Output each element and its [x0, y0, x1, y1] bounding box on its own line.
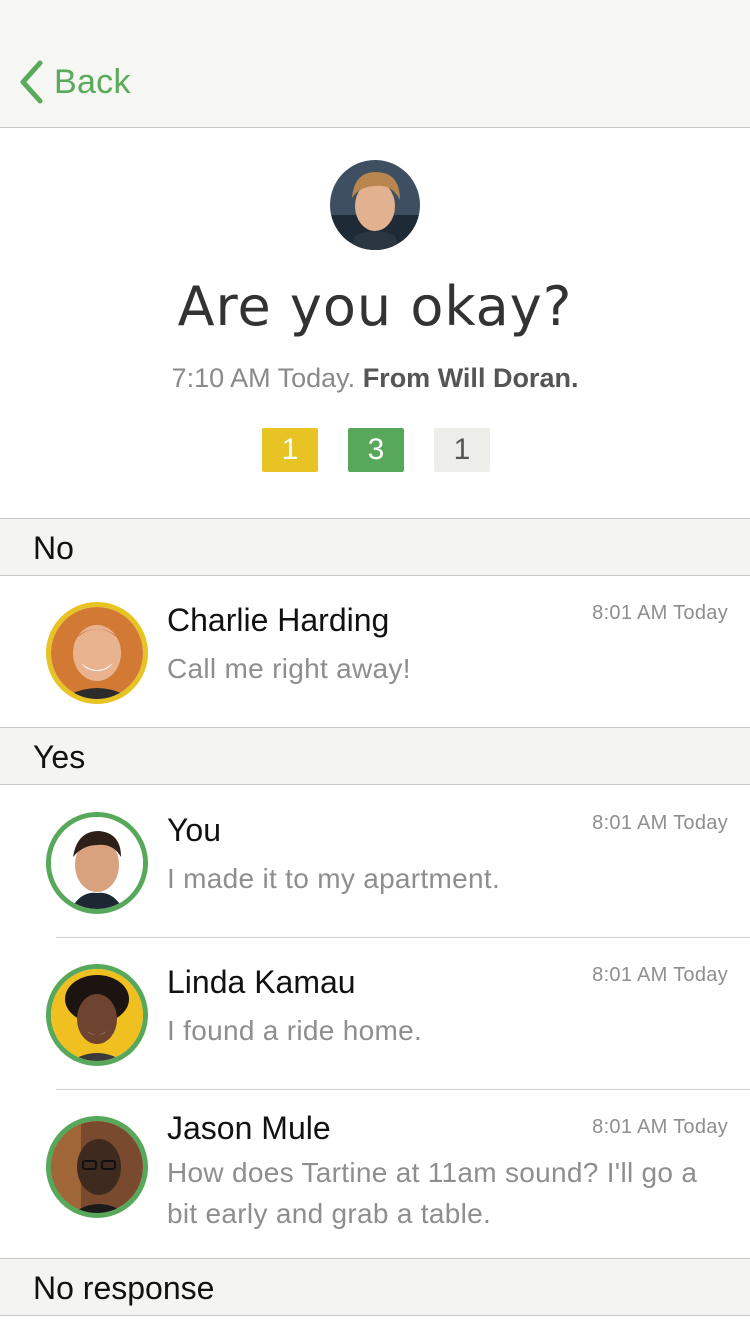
nav-bar: Back: [0, 0, 750, 128]
responder-name: Jason Mule: [167, 1110, 331, 1146]
alert-header: Are you okay? 7:10 AM Today. From Will D…: [0, 129, 750, 518]
responder-message: How does Tartine at 11am sound? I'll go …: [167, 1157, 698, 1229]
back-label: Back: [54, 62, 131, 101]
alert-sender: From Will Doran.: [362, 363, 579, 393]
response-time: 8:01 AM Today: [592, 964, 728, 986]
responder-message: Call me right away!: [167, 653, 411, 684]
no-response-count-badge[interactable]: 1: [434, 428, 490, 472]
response-time: 8:01 AM Today: [592, 812, 728, 834]
chevron-left-icon: [20, 60, 43, 104]
responder-message: I found a ride home.: [167, 1015, 423, 1046]
avatar: [46, 1116, 148, 1218]
avatar: [46, 602, 148, 704]
back-button[interactable]: Back: [18, 58, 131, 106]
alert-meta: 7:10 AM Today. From Will Doran.: [0, 363, 750, 394]
response-time: 8:01 AM Today: [592, 602, 728, 624]
sender-avatar[interactable]: [330, 160, 420, 250]
response-time: 8:01 AM Today: [592, 1116, 728, 1138]
list-item[interactable]: Jason Mule How does Tartine at 11am soun…: [0, 1090, 750, 1258]
alert-title: Are you okay?: [177, 275, 573, 338]
alert-time: 7:10 AM Today.: [171, 363, 356, 393]
avatar: [46, 964, 148, 1066]
responder-message: I made it to my apartment.: [167, 863, 501, 894]
responder-name: You: [167, 812, 221, 848]
list-item[interactable]: Charlie Harding Call me right away! 8:01…: [0, 576, 750, 727]
section-label: Yes: [33, 739, 86, 775]
avatar: [46, 812, 148, 914]
section-header-yes: Yes: [0, 727, 750, 785]
section-header-no-response: No response: [0, 1258, 750, 1316]
yes-count-badge[interactable]: 3: [348, 428, 404, 472]
section-header-no: No: [0, 518, 750, 576]
section-label: No response: [33, 1270, 215, 1306]
section-label: No: [33, 530, 74, 566]
response-counts: 1 3 1: [262, 428, 490, 472]
no-count-badge[interactable]: 1: [262, 428, 318, 472]
responder-name: Linda Kamau: [167, 964, 356, 1000]
list-item[interactable]: You I made it to my apartment. 8:01 AM T…: [0, 786, 750, 937]
list-item[interactable]: Linda Kamau I found a ride home. 8:01 AM…: [0, 938, 750, 1089]
responder-name: Charlie Harding: [167, 602, 390, 638]
